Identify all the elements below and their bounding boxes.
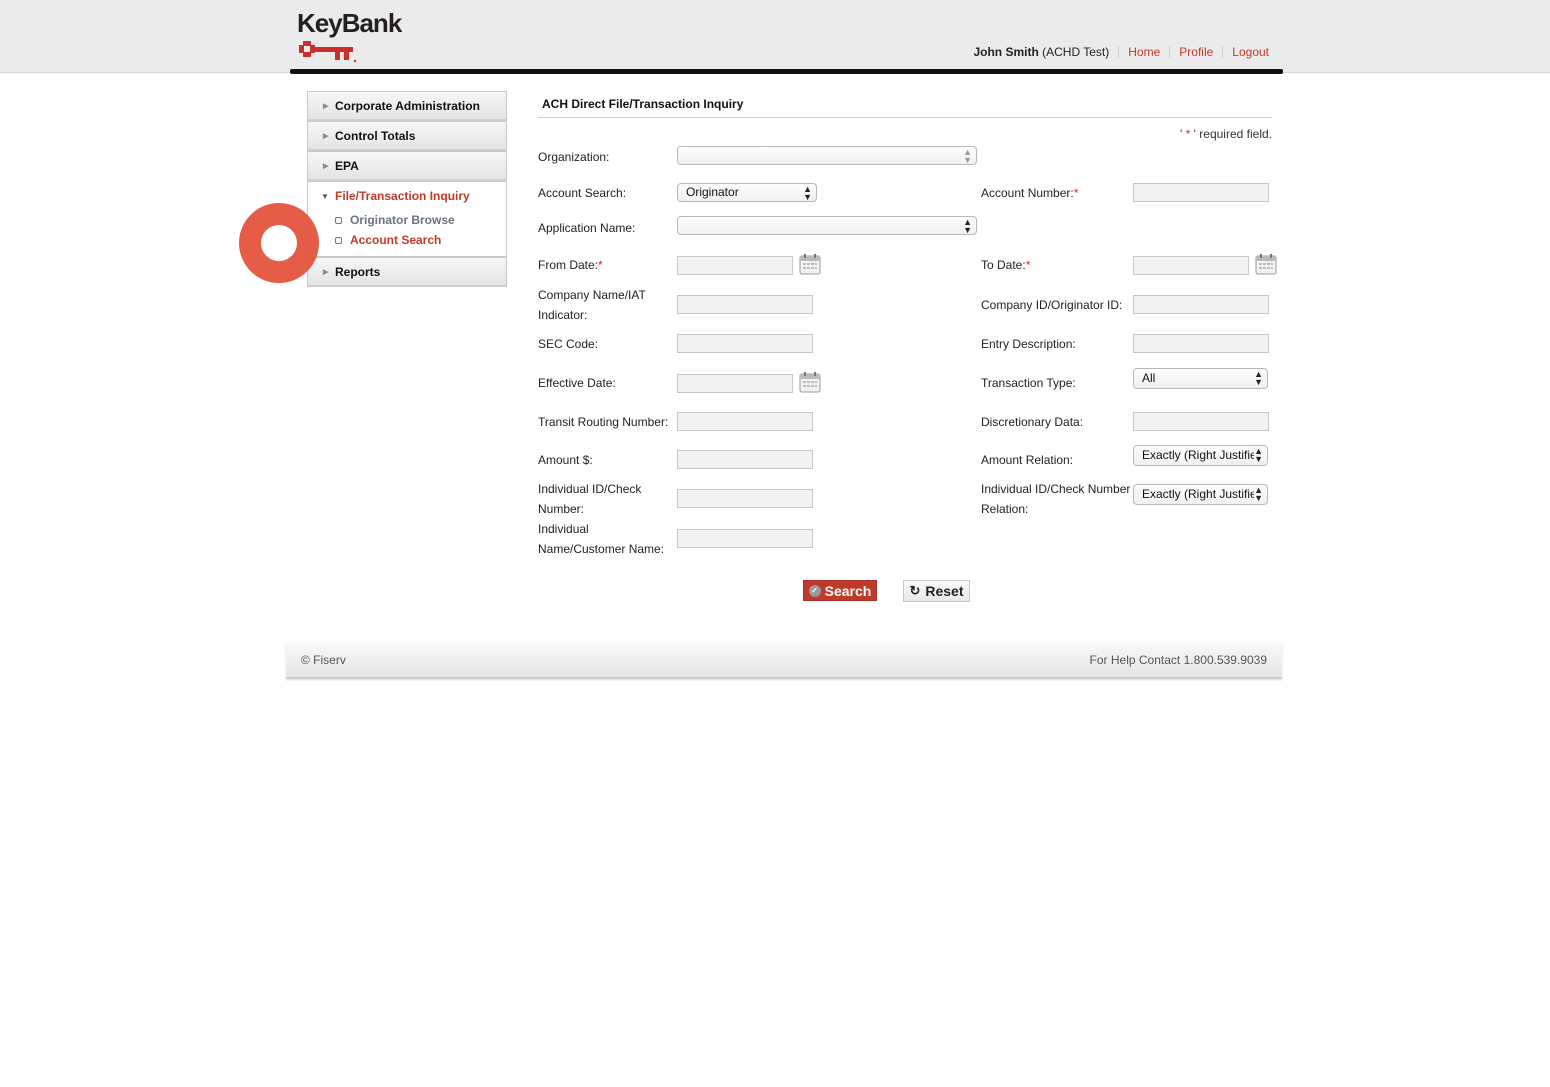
individual-id-input[interactable]: [677, 489, 813, 508]
sidebar-subitem-originator-browse[interactable]: Originator Browse: [308, 210, 506, 230]
nav-separator: [1169, 46, 1171, 58]
account-number-input[interactable]: [1133, 183, 1269, 202]
entry-description-input[interactable]: [1133, 334, 1269, 353]
sidebar-subitem-label: Account Search: [350, 233, 442, 247]
nav-separator: [1222, 46, 1224, 58]
amount-label: Amount $:: [538, 453, 593, 467]
chevron-right-icon: ▶: [323, 162, 329, 170]
home-link[interactable]: Home: [1128, 45, 1160, 59]
sec-code-input[interactable]: [677, 334, 813, 353]
sidebar-item-label: File/Transaction Inquiry: [335, 189, 470, 203]
chevron-right-icon: ▶: [323, 102, 329, 110]
check-circle-icon: ✓: [808, 584, 821, 597]
sidebar-subitem-account-search[interactable]: Account Search: [308, 230, 506, 250]
logout-link[interactable]: Logout: [1232, 45, 1269, 59]
sidebar-nav: ▶ Corporate Administration ▶ Control Tot…: [307, 91, 507, 287]
effective-date-input[interactable]: [677, 374, 793, 393]
company-name-label: Company Name/IAT Indicator:: [538, 288, 646, 322]
entry-description-label: Entry Description:: [981, 337, 1076, 351]
sidebar-item-label: Reports: [335, 264, 381, 279]
key-icon: [299, 41, 357, 63]
required-field-note: ' * ' required field.: [1180, 127, 1272, 141]
company-name-input[interactable]: [677, 295, 813, 314]
sidebar-item-label: Corporate Administration: [335, 98, 480, 113]
nav-separator: [1118, 46, 1120, 58]
organization-select[interactable]: ▲ ▼: [677, 146, 977, 165]
from-date-input[interactable]: [677, 256, 793, 275]
discretionary-data-label: Discretionary Data:: [981, 415, 1084, 429]
sec-code-label: SEC Code:: [538, 337, 599, 351]
sidebar-item-control-totals[interactable]: ▶ Control Totals: [307, 121, 507, 151]
select-arrows-icon: ▲ ▼: [1254, 446, 1263, 464]
footer-help-contact: For Help Contact 1.800.539.9039: [1089, 652, 1267, 667]
sidebar-item-label: Control Totals: [335, 128, 416, 143]
user-name: John Smith (ACHD Test): [973, 45, 1110, 59]
company-id-label: Company ID/Originator ID:: [981, 298, 1123, 312]
bullet-square-icon: [335, 216, 342, 224]
chevron-right-icon: ▶: [323, 268, 329, 276]
title-divider: [538, 117, 1272, 118]
transit-routing-label: Transit Routing Number:: [538, 415, 669, 429]
individual-id-relation-label: Individual ID/Check Number Relation:: [981, 482, 1131, 516]
header: [0, 0, 1550, 73]
user-nav: John Smith (ACHD Test) Home Profile Logo…: [973, 45, 1269, 59]
footer-copyright: © Fiserv: [301, 652, 346, 667]
header-divider: [290, 69, 1283, 74]
select-arrows-icon: ▲ ▼: [963, 147, 972, 165]
select-arrows-icon: ▲ ▼: [803, 184, 812, 202]
profile-link[interactable]: Profile: [1179, 45, 1213, 59]
amount-input[interactable]: [677, 450, 813, 469]
individual-name-label: Individual Name/Customer Name:: [538, 522, 665, 556]
account-search-label: Account Search:: [538, 186, 627, 200]
calendar-icon[interactable]: [799, 371, 821, 393]
sidebar-item-file-transaction-inquiry[interactable]: ▼ File/Transaction Inquiry: [308, 188, 506, 204]
chevron-right-icon: ▶: [323, 132, 329, 140]
highlight-ring-marker: [239, 203, 319, 283]
footer: © Fiserv For Help Contact 1.800.539.9039: [286, 642, 1282, 679]
account-search-select[interactable]: Originator ▲ ▼: [677, 183, 817, 202]
select-arrows-icon: ▲ ▼: [1254, 485, 1263, 503]
individual-name-input[interactable]: [677, 529, 813, 548]
to-date-label: To Date:*: [981, 258, 1031, 272]
amount-relation-select[interactable]: Exactly (Right Justifie ▲ ▼: [1133, 445, 1268, 466]
reset-button-label: Reset: [925, 583, 964, 599]
individual-id-relation-select[interactable]: Exactly (Right Justifie ▲ ▼: [1133, 484, 1268, 505]
calendar-icon[interactable]: [799, 253, 821, 275]
to-date-input[interactable]: [1133, 256, 1249, 275]
transit-routing-input[interactable]: [677, 412, 813, 431]
sidebar-item-label: EPA: [335, 158, 359, 173]
organization-label: Organization:: [538, 150, 610, 164]
discretionary-data-input[interactable]: [1133, 412, 1269, 431]
refresh-icon: ↻: [909, 583, 921, 598]
company-id-input[interactable]: [1133, 295, 1269, 314]
application-name-label: Application Name:: [538, 221, 636, 235]
sidebar-item-epa[interactable]: ▶ EPA: [307, 151, 507, 181]
account-number-label: Account Number:*: [981, 186, 1079, 200]
amount-relation-label: Amount Relation:: [981, 453, 1074, 467]
application-name-select[interactable]: ▲ ▼: [677, 216, 977, 235]
bullet-square-icon: [335, 236, 342, 244]
calendar-icon[interactable]: [1255, 253, 1277, 275]
select-arrows-icon: ▲ ▼: [963, 217, 972, 235]
select-arrows-icon: ▲ ▼: [1254, 369, 1263, 387]
individual-id-label: Individual ID/Check Number:: [538, 482, 642, 516]
brand-logo-text: KeyBank: [297, 8, 402, 38]
sidebar-subitem-label: Originator Browse: [350, 213, 455, 227]
reset-button[interactable]: ↻ Reset: [903, 580, 970, 602]
page-title: ACH Direct File/Transaction Inquiry: [542, 97, 744, 111]
effective-date-label: Effective Date:: [538, 376, 616, 390]
sidebar-item-reports[interactable]: ▶ Reports: [307, 257, 507, 287]
sidebar-item-corporate-administration[interactable]: ▶ Corporate Administration: [307, 91, 507, 121]
search-button[interactable]: ✓ Search: [803, 580, 877, 601]
transaction-type-select[interactable]: All ▲ ▼: [1133, 368, 1268, 389]
from-date-label: From Date:*: [538, 258, 603, 272]
transaction-type-label: Transaction Type:: [981, 376, 1076, 390]
sidebar-group-file-transaction-inquiry: ▼ File/Transaction Inquiry Originator Br…: [307, 181, 507, 257]
chevron-down-icon: ▼: [321, 191, 329, 201]
search-button-label: Search: [824, 582, 872, 599]
